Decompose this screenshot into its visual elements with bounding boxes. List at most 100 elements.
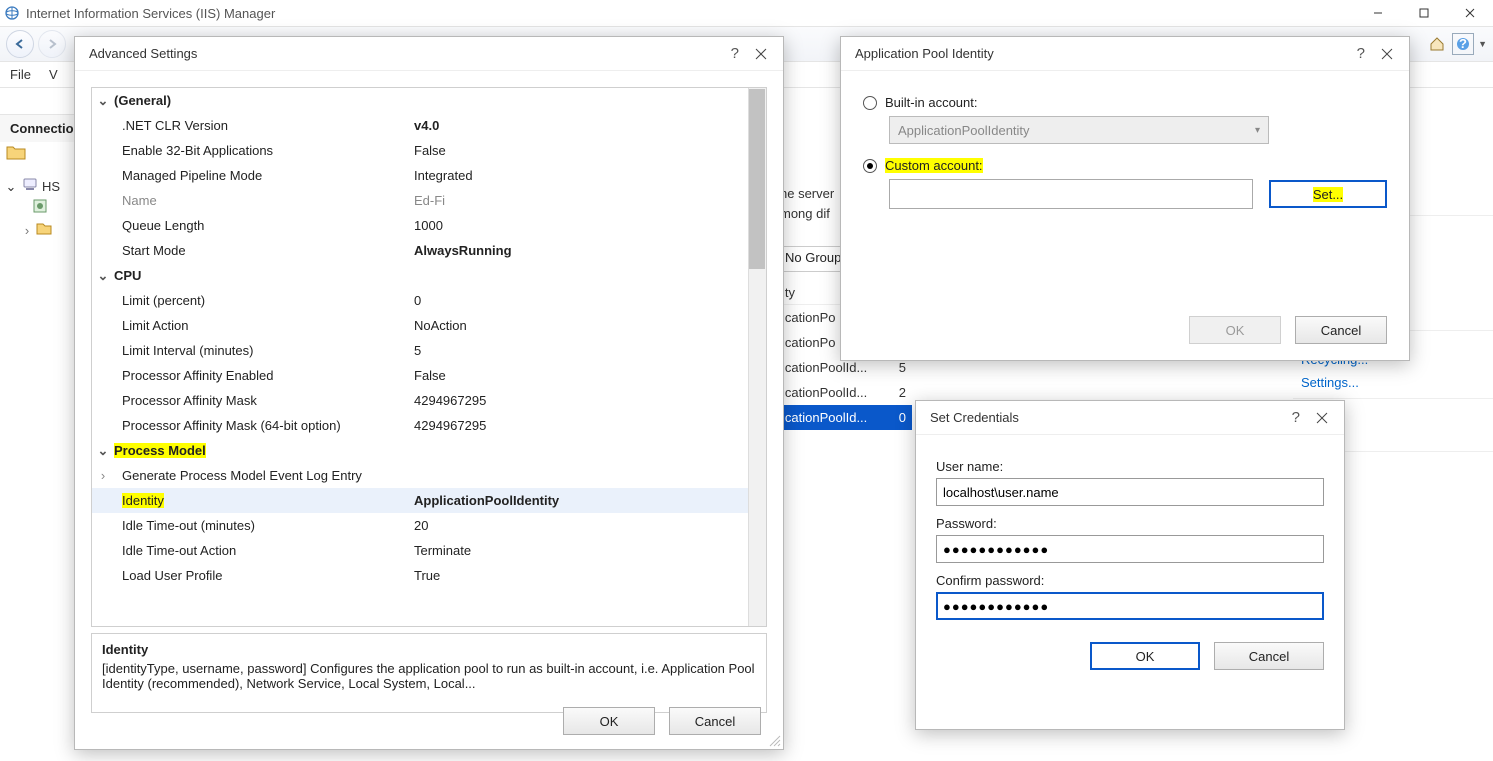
prop-idlea-value[interactable]: Terminate [414, 543, 748, 558]
username-label: User name: [936, 459, 1324, 474]
collapse-icon[interactable]: ⌄ [92, 268, 114, 284]
group-general: (General) [114, 93, 414, 108]
bg-row-selected[interactable]: icationPoolId... [782, 410, 867, 425]
collapse-icon[interactable]: ⌄ [92, 443, 114, 459]
prop-lima-key[interactable]: Limit Action [114, 318, 414, 333]
bg-row[interactable]: icationPoolId... [782, 385, 867, 400]
prop-clr-value[interactable]: v4.0 [414, 118, 748, 133]
username-input[interactable] [936, 478, 1324, 506]
prop-pipe-value[interactable]: Integrated [414, 168, 748, 183]
prop-pam-value[interactable]: 4294967295 [414, 393, 748, 408]
folder-icon[interactable] [6, 148, 26, 163]
prop-pam-key[interactable]: Processor Affinity Mask [114, 393, 414, 408]
radio-checked-icon [863, 159, 877, 173]
tree-toggle[interactable]: ⌄ HS [4, 176, 60, 198]
dialog-close-button[interactable] [749, 43, 773, 65]
action-link-settings[interactable]: Settings... [1293, 371, 1493, 394]
svg-text:?: ? [1459, 36, 1467, 51]
custom-label: Custom account: [885, 158, 983, 173]
prop-pae-key[interactable]: Processor Affinity Enabled [114, 368, 414, 383]
prop-pam64-key[interactable]: Processor Affinity Mask (64-bit option) [114, 418, 414, 433]
menu-view[interactable]: V [49, 67, 58, 82]
identity-cancel-button[interactable]: Cancel [1295, 316, 1387, 344]
prop-limi-value[interactable]: 5 [414, 343, 748, 358]
prop-identity-key[interactable]: Identity [114, 493, 414, 508]
iis-app-icon [4, 5, 20, 21]
prop-start-value[interactable]: AlwaysRunning [414, 243, 748, 258]
builtin-account-combo: ApplicationPoolIdentity ▾ [889, 116, 1269, 144]
property-grid[interactable]: ⌄(General) .NET CLR Versionv4.0 Enable 3… [91, 87, 767, 627]
nav-back-button[interactable] [6, 30, 34, 58]
prop-idlea-key[interactable]: Idle Time-out Action [114, 543, 414, 558]
app-pool-identity-dialog: Application Pool Identity ? Built-in acc… [840, 36, 1410, 361]
bg-text2: mong dif [780, 206, 830, 221]
window-maximize-button[interactable] [1401, 0, 1447, 26]
prop-lup-key[interactable]: Load User Profile [114, 568, 414, 583]
nav-forward-button[interactable] [38, 30, 66, 58]
advanced-settings-title: Advanced Settings [89, 46, 197, 61]
dialog-close-button[interactable] [1375, 43, 1399, 65]
prop-pipe-key[interactable]: Managed Pipeline Mode [114, 168, 414, 183]
window-titlebar: Internet Information Services (IIS) Mana… [0, 0, 1493, 26]
tree-node-sites[interactable]: › [4, 220, 60, 242]
prop-limi-key[interactable]: Limit Interval (minutes) [114, 343, 414, 358]
credentials-cancel-button[interactable]: Cancel [1214, 642, 1324, 670]
password-input[interactable] [936, 535, 1324, 563]
dialog-help-button[interactable]: ? [1292, 409, 1300, 426]
dialog-help-button[interactable]: ? [731, 45, 739, 62]
menu-file[interactable]: File [10, 67, 31, 82]
prop-start-key[interactable]: Start Mode [114, 243, 414, 258]
builtin-label: Built-in account: [885, 95, 978, 110]
custom-radio[interactable]: Custom account: [863, 158, 1387, 173]
window-title: Internet Information Services (IIS) Mana… [26, 6, 275, 21]
bg-row[interactable]: icationPo [782, 310, 835, 325]
prop-lima-value[interactable]: NoAction [414, 318, 748, 333]
dialog-close-button[interactable] [1310, 407, 1334, 429]
prop-en32-key[interactable]: Enable 32-Bit Applications [114, 143, 414, 158]
adv-ok-button[interactable]: OK [563, 707, 655, 735]
custom-account-input[interactable] [889, 179, 1253, 209]
scrollbar-thumb[interactable] [749, 89, 765, 269]
prop-en32-value[interactable]: False [414, 143, 748, 158]
group-cpu: CPU [114, 268, 414, 283]
set-credentials-dialog: Set Credentials ? User name: Password: C… [915, 400, 1345, 730]
grid-scrollbar[interactable] [748, 88, 766, 626]
collapse-icon[interactable]: ⌄ [92, 93, 114, 109]
confirm-password-input[interactable] [936, 592, 1324, 620]
expand-icon[interactable]: › [92, 468, 114, 483]
help-icon[interactable]: ? [1452, 33, 1474, 55]
resize-grip-icon[interactable] [767, 733, 781, 747]
window-minimize-button[interactable] [1355, 0, 1401, 26]
prop-gpm-key[interactable]: Generate Process Model Event Log Entry [114, 468, 414, 483]
help-dropdown-icon[interactable]: ▼ [1478, 39, 1487, 49]
bg-row[interactable]: icationPoolId... [782, 360, 867, 375]
tree-node-server[interactable]: HS [42, 177, 60, 197]
prop-limp-key[interactable]: Limit (percent) [114, 293, 414, 308]
prop-name-value: Ed-Fi [414, 193, 748, 208]
advanced-settings-dialog: Advanced Settings ? ⌄(General) .NET CLR … [74, 36, 784, 750]
home-icon[interactable] [1426, 33, 1448, 55]
prop-name-key: Name [114, 193, 414, 208]
server-icon [22, 176, 38, 198]
window-close-button[interactable] [1447, 0, 1493, 26]
prop-pam64-value[interactable]: 4294967295 [414, 418, 748, 433]
prop-limp-value[interactable]: 0 [414, 293, 748, 308]
password-label: Password: [936, 516, 1324, 531]
prop-queue-value[interactable]: 1000 [414, 218, 748, 233]
prop-idle-value[interactable]: 20 [414, 518, 748, 533]
prop-lup-value[interactable]: True [414, 568, 748, 583]
prop-pae-value[interactable]: False [414, 368, 748, 383]
credentials-ok-button[interactable]: OK [1090, 642, 1200, 670]
bg-row[interactable]: icationPo [782, 335, 835, 350]
adv-cancel-button[interactable]: Cancel [669, 707, 761, 735]
prop-identity-value[interactable]: ApplicationPoolIdentity [414, 493, 748, 508]
identity-ok-button[interactable]: OK [1189, 316, 1281, 344]
prop-clr-key[interactable]: .NET CLR Version [114, 118, 414, 133]
set-button[interactable]: Set... [1269, 180, 1387, 208]
builtin-radio[interactable]: Built-in account: [863, 95, 1387, 110]
tree-node-apppools[interactable] [4, 198, 60, 220]
prop-queue-key[interactable]: Queue Length [114, 218, 414, 233]
prop-idle-key[interactable]: Idle Time-out (minutes) [114, 518, 414, 533]
dialog-help-button[interactable]: ? [1357, 45, 1365, 62]
radio-unchecked-icon [863, 96, 877, 110]
